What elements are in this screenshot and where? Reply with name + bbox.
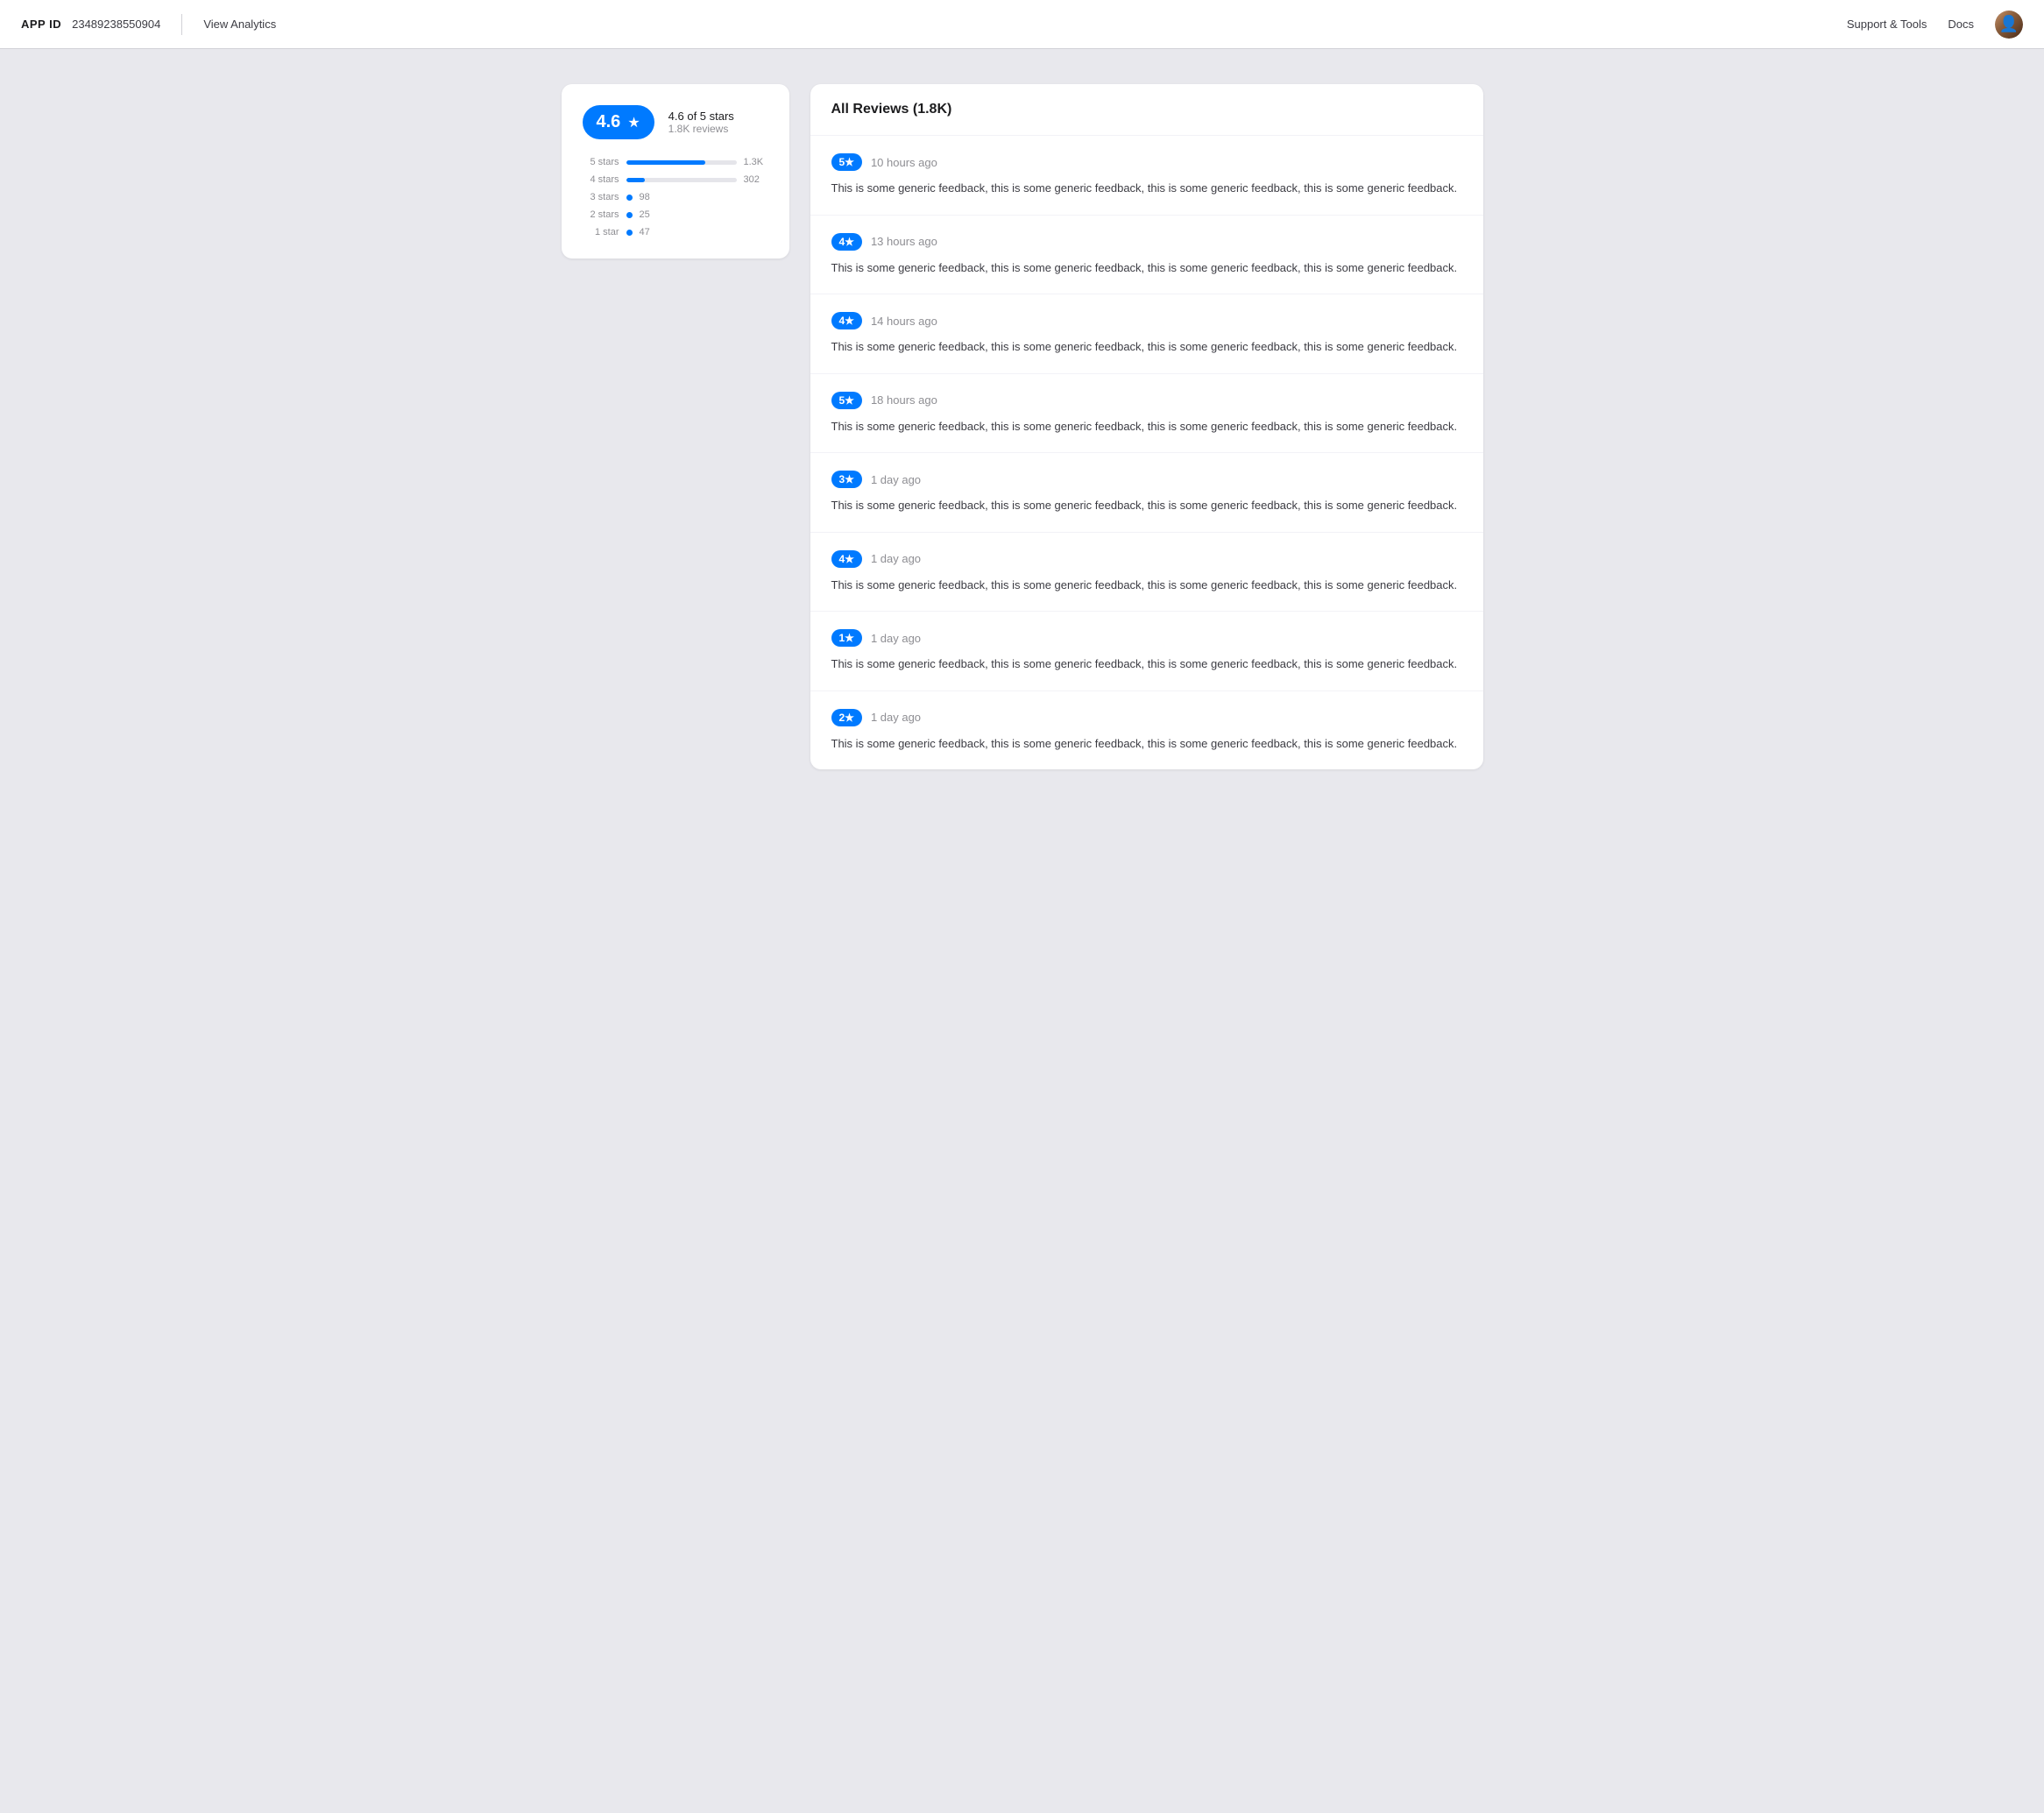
review-meta: 5★ 10 hours ago: [831, 153, 1462, 171]
bar-fill: [626, 160, 706, 165]
bar-dot: [626, 212, 633, 218]
review-meta: 5★ 18 hours ago: [831, 392, 1462, 409]
bar-dot: [626, 195, 633, 201]
review-time: 14 hours ago: [871, 315, 937, 328]
header-divider: [181, 14, 182, 35]
review-item: 2★ 1 day ago This is some generic feedback…: [810, 691, 1483, 770]
stars-badge: 1★: [831, 629, 862, 647]
review-text: This is some generic feedback, this is s…: [831, 497, 1462, 514]
bar-track: [626, 178, 737, 182]
review-meta: 4★ 14 hours ago: [831, 312, 1462, 329]
app-id-label: APP ID: [21, 18, 61, 31]
stars-badge: 5★: [831, 153, 862, 171]
stars-badge: 4★: [831, 550, 862, 568]
review-time: 1 day ago: [871, 552, 921, 565]
review-time: 1 day ago: [871, 711, 921, 724]
review-item: 4★ 1 day ago This is some generic feedback…: [810, 533, 1483, 613]
review-time: 10 hours ago: [871, 156, 937, 169]
review-time: 13 hours ago: [871, 235, 937, 248]
rating-number: 4.6: [597, 112, 621, 132]
bar-label: 1 star: [583, 227, 619, 237]
stars-badge: 2★: [831, 709, 862, 726]
bar-count: 1.3K: [744, 157, 768, 167]
review-time: 1 day ago: [871, 473, 921, 486]
support-tools-link[interactable]: Support & Tools: [1847, 18, 1927, 31]
review-item: 4★ 13 hours ago This is some generic feedb…: [810, 216, 1483, 295]
stars-badge: 4★: [831, 312, 862, 329]
reviews-list: 5★ 10 hours ago This is some generic feedb…: [810, 136, 1483, 769]
app-header: APP ID 23489238550904 View Analytics Sup…: [0, 0, 2044, 49]
review-item: 5★ 10 hours ago This is some generic feedb…: [810, 136, 1483, 216]
review-text: This is some generic feedback, this is s…: [831, 259, 1462, 277]
bar-row: 5 stars 1.3K: [583, 157, 768, 167]
main-content: 4.6 ★ 4.6 of 5 stars 1.8K reviews 5 star…: [541, 49, 1504, 804]
view-analytics-link[interactable]: View Analytics: [203, 18, 276, 31]
review-time: 18 hours ago: [871, 393, 937, 407]
review-text: This is some generic feedback, this is s…: [831, 338, 1462, 356]
review-text: This is some generic feedback, this is s…: [831, 180, 1462, 197]
bar-label: 5 stars: [583, 157, 619, 167]
bar-count: 98: [640, 192, 664, 202]
rating-badge: 4.6 ★: [583, 105, 654, 139]
bar-row: 1 star 47: [583, 227, 768, 237]
review-text: This is some generic feedback, this is s…: [831, 418, 1462, 436]
bar-count: 302: [744, 174, 768, 185]
rating-summary: 4.6 ★ 4.6 of 5 stars 1.8K reviews: [583, 105, 768, 139]
bar-fill: [626, 178, 645, 182]
rating-card: 4.6 ★ 4.6 of 5 stars 1.8K reviews 5 star…: [562, 84, 789, 258]
rating-details: 4.6 of 5 stars 1.8K reviews: [668, 110, 734, 135]
review-text: This is some generic feedback, this is s…: [831, 577, 1462, 594]
bar-count: 25: [640, 209, 664, 220]
review-meta: 2★ 1 day ago: [831, 709, 1462, 726]
review-meta: 4★ 1 day ago: [831, 550, 1462, 568]
review-item: 3★ 1 day ago This is some generic feedback…: [810, 453, 1483, 533]
bar-label: 2 stars: [583, 209, 619, 220]
rating-out-of: 4.6 of 5 stars: [668, 110, 734, 123]
review-meta: 4★ 13 hours ago: [831, 233, 1462, 251]
bar-track: [626, 160, 737, 165]
review-item: 1★ 1 day ago This is some generic feedback…: [810, 612, 1483, 691]
bar-count: 47: [640, 227, 664, 237]
review-time: 1 day ago: [871, 632, 921, 645]
bar-row: 4 stars 302: [583, 174, 768, 185]
review-text: This is some generic feedback, this is s…: [831, 655, 1462, 673]
review-item: 4★ 14 hours ago This is some generic feedb…: [810, 294, 1483, 374]
bar-label: 3 stars: [583, 192, 619, 202]
bar-label: 4 stars: [583, 174, 619, 185]
docs-link[interactable]: Docs: [1948, 18, 1974, 31]
review-meta: 3★ 1 day ago: [831, 471, 1462, 488]
stars-badge: 5★: [831, 392, 862, 409]
reviews-section: All Reviews (1.8K) 5★ 10 hours ago This is…: [810, 84, 1483, 769]
review-text: This is some generic feedback, this is s…: [831, 735, 1462, 753]
bar-row: 3 stars 98: [583, 192, 768, 202]
stars-badge: 4★: [831, 233, 862, 251]
header-left: APP ID 23489238550904 View Analytics: [21, 14, 276, 35]
review-item: 5★ 18 hours ago This is some generic feedb…: [810, 374, 1483, 454]
bar-row: 2 stars 25: [583, 209, 768, 220]
review-meta: 1★ 1 day ago: [831, 629, 1462, 647]
avatar[interactable]: 👤: [1995, 11, 2023, 39]
reviews-header: All Reviews (1.8K): [810, 84, 1483, 136]
rating-bars: 5 stars 1.3K 4 stars 302 3 stars 98 2 stars 25 1…: [583, 157, 768, 237]
app-id-value: 23489238550904: [72, 18, 160, 31]
stars-badge: 3★: [831, 471, 862, 488]
rating-review-count: 1.8K reviews: [668, 123, 734, 135]
reviews-title: All Reviews (1.8K): [831, 102, 952, 117]
star-icon: ★: [627, 114, 640, 131]
avatar-image: 👤: [1995, 11, 2023, 39]
bar-dot: [626, 230, 633, 236]
header-right: Support & Tools Docs 👤: [1847, 11, 2023, 39]
